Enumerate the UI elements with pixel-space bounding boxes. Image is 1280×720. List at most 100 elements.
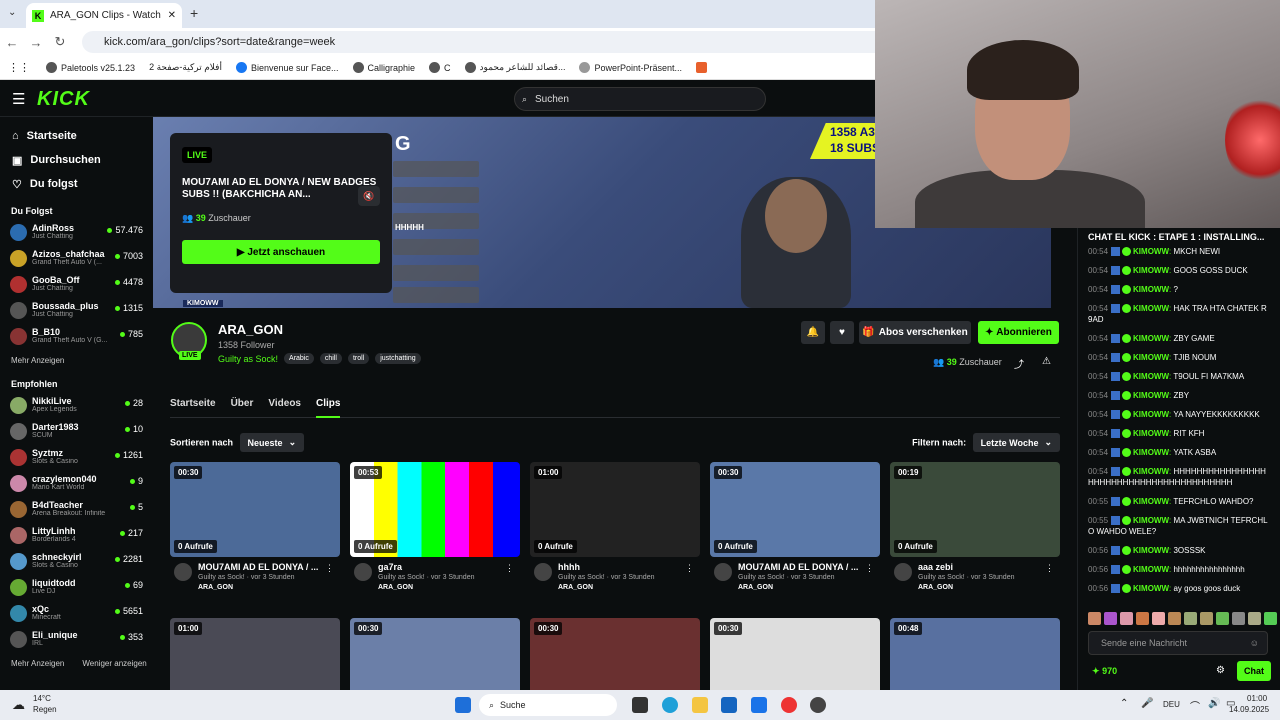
emote-icon[interactable] bbox=[1120, 612, 1133, 625]
bookmark-item[interactable]: Bienvenue sur Face... bbox=[235, 62, 339, 73]
sidebar-nav-item[interactable]: ⌂ Startseite bbox=[0, 124, 153, 148]
message-username[interactable]: KIMOWW bbox=[1133, 285, 1169, 294]
sidebar-channel[interactable]: GooBa_Off Just Chatting 4478 bbox=[0, 272, 153, 298]
new-tab-icon[interactable]: + bbox=[190, 5, 198, 21]
chevron-up-icon[interactable]: ⌃ bbox=[1120, 698, 1128, 709]
apps-icon[interactable]: ⋮⋮ bbox=[8, 61, 30, 74]
outlook-icon[interactable] bbox=[721, 697, 737, 713]
bookmark-item[interactable] bbox=[696, 62, 708, 73]
language-indicator[interactable]: DEU bbox=[1163, 700, 1180, 709]
sidebar-channel[interactable]: crazylemon040 Mario Kart World 9 bbox=[0, 471, 153, 497]
clip-title[interactable]: hhhh bbox=[558, 562, 688, 572]
bookmark-item[interactable]: أفلام تركية-صفحة 2 bbox=[149, 62, 222, 73]
chat-input[interactable]: Sende eine Nachricht ☺ bbox=[1088, 631, 1268, 655]
wifi-icon[interactable]: ⌒ bbox=[1190, 698, 1200, 713]
tab-videos[interactable]: Videos bbox=[268, 398, 301, 418]
sort-dropdown[interactable]: Neueste ⌄ bbox=[239, 433, 305, 452]
message-username[interactable]: KIMOWW bbox=[1133, 266, 1169, 275]
emote-icon[interactable] bbox=[1248, 612, 1261, 625]
emote-icon[interactable] bbox=[1184, 612, 1197, 625]
message-username[interactable]: KIMOWW bbox=[1133, 304, 1169, 313]
emote-icon[interactable] bbox=[1264, 612, 1277, 625]
sidebar-channel[interactable]: LittyLinhh Borderlands 4 217 bbox=[0, 523, 153, 549]
tag-chip[interactable]: Arabic bbox=[284, 353, 314, 364]
message-username[interactable]: KIMOWW bbox=[1133, 448, 1169, 457]
sidebar-channel[interactable]: Darter1983 SCUM 10 bbox=[0, 419, 153, 445]
emote-icon[interactable] bbox=[1216, 612, 1229, 625]
clip-author[interactable]: ARA_GON bbox=[378, 584, 520, 591]
app-icon[interactable] bbox=[810, 697, 826, 713]
sidebar-nav-item[interactable]: ♡ Du folgst bbox=[0, 172, 153, 196]
bookmark-item[interactable]: Calligraphie bbox=[352, 62, 415, 73]
task-view-icon[interactable] bbox=[632, 697, 648, 713]
watch-now-button[interactable]: ▶ Jetzt anschauen bbox=[182, 240, 380, 264]
chat-send-button[interactable]: Chat bbox=[1237, 661, 1271, 681]
clip-title[interactable]: ga7ra bbox=[378, 562, 508, 572]
more-options-icon[interactable]: ⋮ bbox=[505, 563, 514, 574]
clock-time[interactable]: 01:00 bbox=[1247, 694, 1267, 703]
volume-icon[interactable]: 🔊 bbox=[1208, 698, 1220, 709]
clip-card[interactable]: 00:19 0 Aufrufe aaa zebi Guilty as Sock! · … bbox=[890, 462, 1060, 597]
clip-thumbnail[interactable]: 00:53 0 Aufrufe bbox=[350, 462, 520, 557]
edge-icon[interactable] bbox=[662, 697, 678, 713]
filter-dropdown[interactable]: Letzte Woche ⌄ bbox=[972, 433, 1060, 452]
more-options-icon[interactable]: ⋮ bbox=[1045, 563, 1054, 574]
more-options-icon[interactable]: ⋮ bbox=[685, 563, 694, 574]
search-input[interactable]: ⌕ Suchen bbox=[514, 87, 766, 111]
emote-icon[interactable] bbox=[1168, 612, 1181, 625]
sidebar-channel[interactable]: Azizos_chafchaa Grand Theft Auto V (... 70… bbox=[0, 246, 153, 272]
show-less-link[interactable]: Weniger anzeigen bbox=[82, 659, 146, 668]
message-username[interactable]: KIMOWW bbox=[1133, 516, 1169, 525]
chrome-icon[interactable] bbox=[781, 697, 797, 713]
clip-title[interactable]: MOU7AMI AD EL DONYA / ... bbox=[198, 562, 328, 572]
heart-icon[interactable]: ♥ bbox=[830, 321, 854, 344]
tab-close-icon[interactable]: ✕ bbox=[168, 10, 176, 21]
clip-card[interactable]: 00:53 0 Aufrufe ga7ra Guilty as Sock! · vor… bbox=[350, 462, 520, 597]
message-username[interactable]: KIMOWW bbox=[1133, 497, 1169, 506]
emote-icon[interactable] bbox=[1104, 612, 1117, 625]
clip-thumbnail[interactable]: 00:30 0 Aufrufe bbox=[170, 462, 340, 557]
clip-card[interactable]: 00:30 0 Aufrufe MOU7AMI AD EL DONYA / ... G… bbox=[710, 462, 880, 597]
chat-settings-icon[interactable]: ⚙ bbox=[1216, 665, 1225, 676]
gift-subs-button[interactable]: 🎁 Abos verschenken bbox=[859, 321, 971, 344]
clip-author[interactable]: ARA_GON bbox=[918, 584, 1060, 591]
mute-icon[interactable]: 🔇 bbox=[358, 186, 380, 206]
tab-uber[interactable]: Über bbox=[231, 398, 254, 418]
sidebar-channel[interactable]: B_B10 Grand Theft Auto V (G... 785 bbox=[0, 324, 153, 350]
subscribe-button[interactable]: ✦ Abonnieren bbox=[978, 321, 1059, 344]
windows-start-icon[interactable] bbox=[455, 697, 471, 713]
clip-title[interactable]: MOU7AMI AD EL DONYA / ... bbox=[738, 562, 868, 572]
microphone-icon[interactable]: 🎤 bbox=[1141, 698, 1153, 709]
clip-title[interactable]: aaa zebi bbox=[918, 562, 1048, 572]
message-username[interactable]: KIMOWW bbox=[1133, 247, 1169, 256]
more-options-icon[interactable]: ⋮ bbox=[325, 563, 334, 574]
tag-chip[interactable]: justchatting bbox=[375, 353, 421, 364]
emote-icon[interactable] bbox=[1152, 612, 1165, 625]
sidebar-channel[interactable]: Syztmz Slots & Casino 1261 bbox=[0, 445, 153, 471]
sidebar-channel[interactable]: liquidtodd Live DJ 69 bbox=[0, 575, 153, 601]
message-username[interactable]: KIMOWW bbox=[1133, 372, 1169, 381]
tab-startseite[interactable]: Startseite bbox=[170, 398, 216, 418]
clip-author[interactable]: ARA_GON bbox=[738, 584, 880, 591]
taskbar-search[interactable]: ⌕ Suche bbox=[479, 694, 617, 716]
sidebar-channel[interactable]: AdinRoss Just Chatting 57.476 bbox=[0, 220, 153, 246]
bookmark-item[interactable]: قصائد للشاعر محمود... bbox=[464, 62, 565, 73]
tab-clips[interactable]: Clips bbox=[315, 398, 341, 418]
emoji-icon[interactable]: ☺ bbox=[1250, 638, 1259, 648]
kick-logo[interactable]: KICK bbox=[37, 88, 90, 111]
sidebar-channel[interactable]: Boussada_plus Just Chatting 1315 bbox=[0, 298, 153, 324]
hamburger-menu-icon[interactable]: ☰ bbox=[12, 90, 25, 108]
browser-tab[interactable]: K ARA_GON Clips - Watch Live o ✕ bbox=[26, 3, 182, 28]
message-username[interactable]: KIMOWW bbox=[1133, 353, 1169, 362]
tag-chip[interactable]: troll bbox=[347, 353, 370, 364]
sidebar-channel[interactable]: Eli_unique IRL 353 bbox=[0, 627, 153, 653]
more-options-icon[interactable]: ⋮ bbox=[865, 563, 874, 574]
reload-icon[interactable]: ↻ bbox=[48, 34, 72, 50]
sidebar-channel[interactable]: schneckyirl Slots & Casino 2281 bbox=[0, 549, 153, 575]
emote-icon[interactable] bbox=[1200, 612, 1213, 625]
channel-points[interactable]: ✦ 970 bbox=[1092, 666, 1117, 677]
clip-thumbnail[interactable]: 00:30 0 Aufrufe bbox=[710, 462, 880, 557]
tab-list-icon[interactable]: ⌄ bbox=[8, 7, 16, 18]
back-icon[interactable]: ← bbox=[0, 35, 24, 50]
clip-author[interactable]: ARA_GON bbox=[558, 584, 700, 591]
